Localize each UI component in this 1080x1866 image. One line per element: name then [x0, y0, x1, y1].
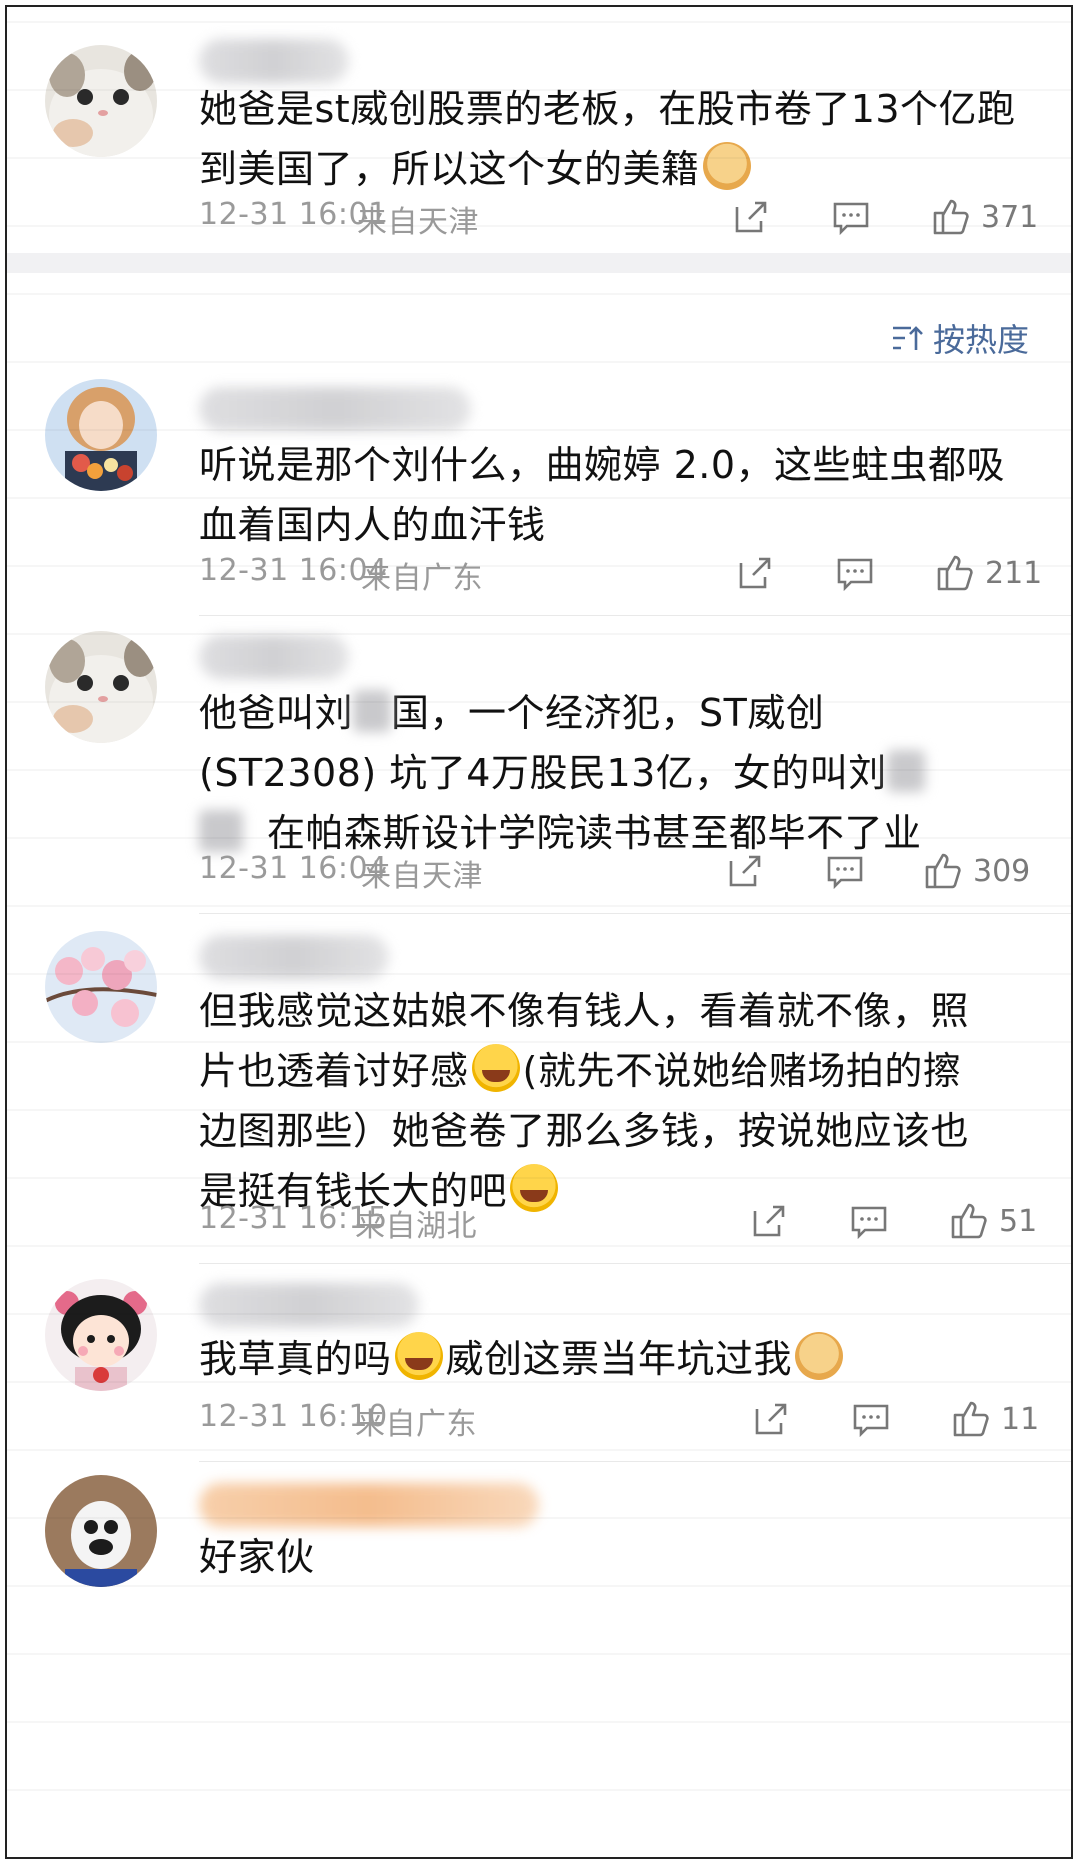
comment-text-content: 我草真的吗	[199, 1337, 392, 1381]
comment-line: 片也透着讨好感 (就先不说她给赌场拍的擦	[199, 1041, 1039, 1101]
comment-divider	[199, 615, 1071, 616]
share-button[interactable]	[749, 1197, 789, 1245]
comment-text: 她爸是st威创股票的老板，在股市卷了13个亿跑到美国了，所以这个女的美籍	[199, 79, 1039, 199]
thumbs-up-icon	[937, 555, 973, 591]
redacted-name	[886, 750, 925, 792]
thumbs-up-icon	[953, 1401, 989, 1437]
share-icon	[755, 1403, 787, 1435]
comment-text: 好家伙	[199, 1527, 1039, 1587]
comment-meta: 12-31 16:01 来自天津 371	[199, 193, 1039, 241]
comment-icon	[827, 856, 863, 890]
comment-line: 边图那些）她爸卷了那么多钱，按说她应该也	[199, 1109, 970, 1153]
comment-meta: 12-31 16:04 来自天津 309	[199, 847, 1039, 895]
doge-emoji-icon	[702, 142, 751, 190]
comment-button[interactable]	[825, 847, 865, 895]
avatar[interactable]	[45, 1279, 157, 1391]
comment-text-content: 她爸是st威创股票的老板，在股市卷了13个亿跑到美国了，所以这个女的美籍	[199, 87, 1016, 191]
sort-icon	[892, 326, 923, 350]
like-button[interactable]: 309	[923, 847, 1030, 895]
share-icon	[739, 557, 771, 589]
comment-text-content: (ST2308) 坑了4万股民13亿，女的叫刘	[199, 751, 887, 795]
username-blurred[interactable]	[199, 387, 471, 431]
sort-label: 按热度	[932, 321, 1029, 359]
comment-icon	[853, 1404, 889, 1438]
comment-button[interactable]	[851, 1395, 891, 1443]
comment-line: 他爸叫刘 国，一个经济犯，ST威创	[199, 683, 1039, 743]
comment-location: 来自湖北	[355, 1209, 477, 1244]
share-icon	[753, 1205, 785, 1237]
comment-location: 来自天津	[361, 859, 483, 894]
like-count: 371	[981, 199, 1039, 235]
share-button[interactable]	[751, 1395, 791, 1443]
comment-divider	[199, 1461, 1071, 1462]
sort-by-heat-button[interactable]: 按热度	[889, 315, 1029, 361]
comment-location: 来自广东	[361, 561, 483, 596]
thumbs-up-icon	[925, 853, 961, 889]
comment-location: 来自天津	[357, 205, 479, 240]
thumbs-up-icon	[933, 199, 969, 235]
share-button[interactable]	[725, 847, 765, 895]
redacted-name	[199, 810, 243, 852]
avatar[interactable]	[45, 931, 157, 1043]
avatar[interactable]	[45, 1475, 157, 1587]
comment-text-content: 听说是那个刘什么，曲婉婷 2.0，这些蛀虫都吸血着国内人的血汗钱	[199, 443, 1006, 547]
comment-text-content: 国，一个经济犯，ST威创	[391, 691, 825, 735]
comment-location: 来自广东	[355, 1407, 477, 1442]
username-blurred[interactable]	[199, 39, 349, 83]
like-button[interactable]: 211	[935, 549, 1042, 597]
comment-line: 但我感觉这姑娘不像有钱人，看着就不像，照	[199, 989, 970, 1033]
comment-divider	[199, 1263, 1071, 1264]
share-icon	[735, 201, 767, 233]
comment-icon	[833, 202, 869, 236]
comment-line: (ST2308) 坑了4万股民13亿，女的叫刘	[199, 743, 1039, 803]
comment-button[interactable]	[849, 1197, 889, 1245]
like-count: 211	[985, 555, 1043, 591]
like-button[interactable]: 11	[951, 1395, 1039, 1443]
comment-text: 他爸叫刘 国，一个经济犯，ST威创 (ST2308) 坑了4万股民13亿，女的叫刘…	[199, 683, 1039, 863]
like-button[interactable]: 371	[931, 193, 1038, 241]
avatar[interactable]	[45, 631, 157, 743]
crying-laugh-emoji-icon	[471, 1044, 520, 1092]
username-blurred[interactable]	[199, 1483, 539, 1527]
username-blurred[interactable]	[199, 935, 389, 979]
comment-icon	[837, 558, 873, 592]
comment-text-content: 威创这票当年坑过我	[445, 1337, 793, 1381]
share-button[interactable]	[731, 193, 771, 241]
comment-text: 但我感觉这姑娘不像有钱人，看着就不像，照 片也透着讨好感 (就先不说她给赌场拍的擦…	[199, 981, 1039, 1221]
comment-button[interactable]	[835, 549, 875, 597]
username-blurred[interactable]	[199, 1283, 419, 1327]
comment-icon	[851, 1206, 887, 1240]
comment-meta: 12-31 16:15 来自湖北 51	[199, 1197, 1039, 1245]
comment-button[interactable]	[831, 193, 871, 241]
share-button[interactable]	[735, 549, 775, 597]
comment-text: 听说是那个刘什么，曲婉婷 2.0，这些蛀虫都吸血着国内人的血汗钱	[199, 435, 1039, 555]
comment-meta: 12-31 16:04 来自广东 211	[199, 549, 1042, 597]
comment-time: 12-31 16:04	[199, 553, 388, 588]
comment-text-content: 他爸叫刘	[199, 691, 354, 735]
comment-text-content: (就先不说她给赌场拍的擦	[522, 1049, 962, 1093]
comment-text-content: 片也透着讨好感	[199, 1049, 469, 1093]
username-blurred[interactable]	[199, 635, 349, 679]
comment-time: 12-31 16:04	[199, 851, 388, 886]
like-button[interactable]: 51	[949, 1197, 1037, 1245]
comment-meta: 12-31 16:10 来自广东 11	[199, 1395, 1039, 1443]
thumbs-up-icon	[951, 1203, 987, 1239]
avatar[interactable]	[45, 379, 157, 491]
crying-laugh-emoji-icon	[394, 1332, 443, 1380]
like-count: 11	[1001, 1401, 1040, 1437]
comment-divider	[199, 913, 1071, 914]
redacted-name	[353, 690, 392, 732]
like-count: 309	[973, 853, 1031, 889]
share-icon	[729, 855, 761, 887]
comment-text-content: 好家伙	[199, 1535, 315, 1579]
like-count: 51	[999, 1203, 1038, 1239]
comment-text: 我草真的吗 威创这票当年坑过我	[199, 1329, 1039, 1389]
section-separator	[7, 253, 1071, 273]
comment-feed: 她爸是st威创股票的老板，在股市卷了13个亿跑到美国了，所以这个女的美籍 12-…	[5, 5, 1073, 1859]
avatar[interactable]	[45, 45, 157, 157]
doge-emoji-icon	[795, 1332, 844, 1380]
